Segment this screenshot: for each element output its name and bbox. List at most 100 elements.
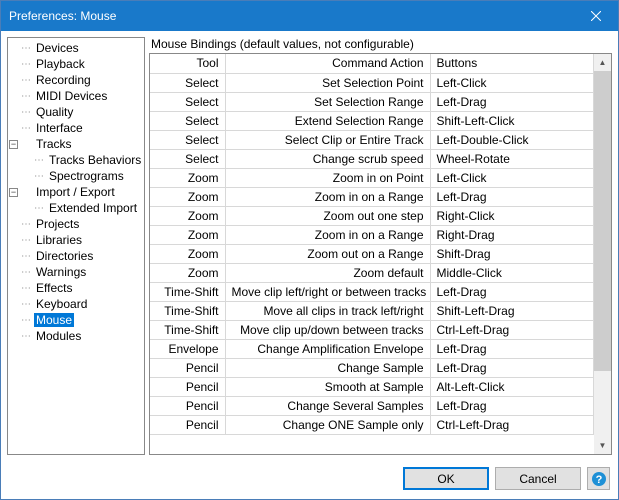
table-row: PencilChange Several SamplesLeft-Drag bbox=[150, 396, 594, 415]
tree-item-label: Quality bbox=[34, 105, 75, 119]
table-cell: Pencil bbox=[150, 396, 225, 415]
table-row: Time-ShiftMove clip up/down between trac… bbox=[150, 320, 594, 339]
table-cell: Shift-Drag bbox=[430, 244, 594, 263]
tree-item[interactable]: ⋯Mouse bbox=[8, 312, 144, 328]
table-cell: Shift-Left-Drag bbox=[430, 301, 594, 320]
table-cell: Zoom in on Point bbox=[225, 168, 430, 187]
tree-item-label: MIDI Devices bbox=[34, 89, 109, 103]
tree-item[interactable]: ⋯Effects bbox=[8, 280, 144, 296]
tree-item-label: Extended Import bbox=[47, 201, 139, 215]
tree-item[interactable]: ⋯Keyboard bbox=[8, 296, 144, 312]
tree-item-label: Directories bbox=[34, 249, 95, 263]
table-cell: Select bbox=[150, 149, 225, 168]
tree-item[interactable]: ⋯MIDI Devices bbox=[8, 88, 144, 104]
table-cell: Left-Click bbox=[430, 73, 594, 92]
tree-item[interactable]: ⋯Devices bbox=[8, 40, 144, 56]
tree-item-label: Spectrograms bbox=[47, 169, 126, 183]
scroll-up-arrow-icon[interactable]: ▲ bbox=[594, 54, 611, 71]
table-cell: Move all clips in track left/right bbox=[225, 301, 430, 320]
column-header: Tool bbox=[150, 54, 225, 73]
table-row: SelectSet Selection RangeLeft-Drag bbox=[150, 92, 594, 111]
scroll-down-arrow-icon[interactable]: ▼ bbox=[594, 437, 611, 454]
table-cell: Select bbox=[150, 130, 225, 149]
table-cell: Extend Selection Range bbox=[225, 111, 430, 130]
tree-item[interactable]: −Tracks bbox=[8, 136, 144, 152]
table-row: PencilChange ONE Sample onlyCtrl-Left-Dr… bbox=[150, 415, 594, 434]
table-row: ZoomZoom in on PointLeft-Click bbox=[150, 168, 594, 187]
tree-item[interactable]: ⋯Extended Import bbox=[8, 200, 144, 216]
table-row: SelectSelect Clip or Entire TrackLeft-Do… bbox=[150, 130, 594, 149]
category-tree[interactable]: ⋯Devices⋯Playback⋯Recording⋯MIDI Devices… bbox=[7, 37, 145, 455]
table-row: ZoomZoom in on a RangeRight-Drag bbox=[150, 225, 594, 244]
collapse-icon[interactable]: − bbox=[9, 140, 18, 149]
table-cell: Alt-Left-Click bbox=[430, 377, 594, 396]
tree-item[interactable]: ⋯Directories bbox=[8, 248, 144, 264]
svg-text:?: ? bbox=[595, 474, 602, 486]
table-cell: Left-Drag bbox=[430, 282, 594, 301]
table-cell: Move clip left/right or between tracks bbox=[225, 282, 430, 301]
tree-item[interactable]: ⋯Libraries bbox=[8, 232, 144, 248]
close-button[interactable] bbox=[573, 1, 618, 31]
table-cell: Change ONE Sample only bbox=[225, 415, 430, 434]
tree-item[interactable]: ⋯Tracks Behaviors bbox=[8, 152, 144, 168]
tree-item-label: Playback bbox=[34, 57, 87, 71]
tree-item-label: Projects bbox=[34, 217, 81, 231]
table-cell: Zoom in on a Range bbox=[225, 187, 430, 206]
tree-item[interactable]: ⋯Interface bbox=[8, 120, 144, 136]
tree-item-label: Interface bbox=[34, 121, 85, 135]
help-icon: ? bbox=[591, 471, 607, 487]
table-cell: Zoom default bbox=[225, 263, 430, 282]
scroll-thumb[interactable] bbox=[594, 71, 611, 371]
table-cell: Ctrl-Left-Drag bbox=[430, 320, 594, 339]
scrollbar[interactable]: ▲ ▼ bbox=[594, 54, 611, 454]
tree-item[interactable]: ⋯Warnings bbox=[8, 264, 144, 280]
table-cell: Time-Shift bbox=[150, 301, 225, 320]
ok-button[interactable]: OK bbox=[403, 467, 489, 490]
table-row: EnvelopeChange Amplification EnvelopeLef… bbox=[150, 339, 594, 358]
table-row: SelectChange scrub speedWheel-Rotate bbox=[150, 149, 594, 168]
table-cell: Select bbox=[150, 73, 225, 92]
table-cell: Zoom bbox=[150, 244, 225, 263]
table-cell: Move clip up/down between tracks bbox=[225, 320, 430, 339]
table-cell: Left-Drag bbox=[430, 187, 594, 206]
tree-item-label: Libraries bbox=[34, 233, 84, 247]
table-cell: Wheel-Rotate bbox=[430, 149, 594, 168]
table-row: ZoomZoom defaultMiddle-Click bbox=[150, 263, 594, 282]
footer: OK Cancel ? bbox=[1, 461, 618, 495]
table-cell: Zoom in on a Range bbox=[225, 225, 430, 244]
table-cell: Zoom bbox=[150, 263, 225, 282]
table-cell: Left-Drag bbox=[430, 396, 594, 415]
tree-item[interactable]: ⋯Recording bbox=[8, 72, 144, 88]
tree-item-label: Import / Export bbox=[34, 185, 117, 199]
help-button[interactable]: ? bbox=[587, 467, 610, 490]
table-cell: Zoom bbox=[150, 206, 225, 225]
table-cell: Left-Drag bbox=[430, 339, 594, 358]
table-cell: Pencil bbox=[150, 358, 225, 377]
table-cell: Select bbox=[150, 92, 225, 111]
tree-item[interactable]: ⋯Playback bbox=[8, 56, 144, 72]
tree-item[interactable]: ⋯Spectrograms bbox=[8, 168, 144, 184]
table-row: Time-ShiftMove clip left/right or betwee… bbox=[150, 282, 594, 301]
table-cell: Left-Drag bbox=[430, 92, 594, 111]
collapse-icon[interactable]: − bbox=[9, 188, 18, 197]
table-row: SelectSet Selection PointLeft-Click bbox=[150, 73, 594, 92]
table-cell: Set Selection Point bbox=[225, 73, 430, 92]
close-icon bbox=[591, 11, 601, 21]
table-cell: Ctrl-Left-Drag bbox=[430, 415, 594, 434]
group-label: Mouse Bindings (default values, not conf… bbox=[149, 37, 612, 53]
table-cell: Select bbox=[150, 111, 225, 130]
column-header: Command Action bbox=[225, 54, 430, 73]
tree-item[interactable]: ⋯Projects bbox=[8, 216, 144, 232]
table-cell: Left-Click bbox=[430, 168, 594, 187]
tree-item[interactable]: ⋯Modules bbox=[8, 328, 144, 344]
tree-item[interactable]: ⋯Quality bbox=[8, 104, 144, 120]
tree-item[interactable]: − Import / Export bbox=[8, 184, 144, 200]
tree-item-label: Keyboard bbox=[34, 297, 89, 311]
cancel-button[interactable]: Cancel bbox=[495, 467, 581, 490]
table-cell: Time-Shift bbox=[150, 282, 225, 301]
table-cell: Change scrub speed bbox=[225, 149, 430, 168]
table-cell: Zoom out one step bbox=[225, 206, 430, 225]
tree-item-label: Warnings bbox=[34, 265, 88, 279]
table-row: SelectExtend Selection RangeShift-Left-C… bbox=[150, 111, 594, 130]
column-header: Buttons bbox=[430, 54, 594, 73]
